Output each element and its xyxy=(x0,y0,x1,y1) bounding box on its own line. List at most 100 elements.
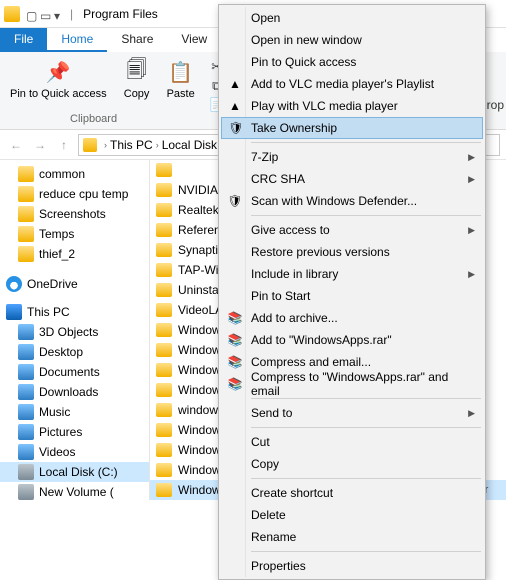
tree-folder[interactable]: Screenshots xyxy=(0,204,149,224)
tree-item[interactable]: Desktop xyxy=(0,342,149,362)
folder-icon xyxy=(156,243,172,257)
pin-icon: 📌 xyxy=(44,58,72,86)
disk-icon xyxy=(18,484,34,500)
folder-icon xyxy=(156,343,172,357)
ctx-create-shortcut[interactable]: Create shortcut xyxy=(221,482,483,504)
shield-icon: 🛡 xyxy=(228,120,244,136)
ctx-open-new-window[interactable]: Open in new window xyxy=(221,29,483,51)
tree-item[interactable]: Music xyxy=(0,402,149,422)
winrar-icon: 📚 xyxy=(227,332,243,348)
copy-icon: 🗐 xyxy=(123,58,151,86)
folder-icon xyxy=(156,263,172,277)
chevron-right-icon: ▶ xyxy=(468,408,475,419)
folder-icon xyxy=(156,463,172,477)
ctx-cut[interactable]: Cut xyxy=(221,431,483,453)
paste-button[interactable]: 📋 Paste xyxy=(163,56,199,102)
chevron-right-icon: ▶ xyxy=(468,174,475,185)
ctx-take-ownership[interactable]: 🛡Take Ownership xyxy=(221,117,483,139)
folder-icon xyxy=(156,223,172,237)
tree-folder[interactable]: reduce cpu temp xyxy=(0,184,149,204)
ctx-give-access[interactable]: Give access to▶ xyxy=(221,219,483,241)
folder-icon xyxy=(156,383,172,397)
ctx-defender-scan[interactable]: 🛡Scan with Windows Defender... xyxy=(221,190,483,212)
folder-icon xyxy=(156,283,172,297)
tree-item[interactable]: Downloads xyxy=(0,382,149,402)
tree-item[interactable]: Documents xyxy=(0,362,149,382)
winrar-icon: 📚 xyxy=(227,354,243,370)
tree-folder[interactable]: common xyxy=(0,164,149,184)
winrar-icon: 📚 xyxy=(227,310,243,326)
folder-icon xyxy=(18,206,34,222)
vlc-icon: ▲ xyxy=(227,76,243,92)
folder-icon xyxy=(156,203,172,217)
pc-icon xyxy=(6,304,22,320)
ctx-vlc-add[interactable]: ▲Add to VLC media player's Playlist xyxy=(221,73,483,95)
system-folder-icon xyxy=(18,444,34,460)
ctx-open[interactable]: Open xyxy=(221,7,483,29)
folder-icon xyxy=(156,303,172,317)
tab-file[interactable]: File xyxy=(0,28,47,52)
winrar-icon: 📚 xyxy=(227,376,243,392)
ctx-vlc-play[interactable]: ▲Play with VLC media player xyxy=(221,95,483,117)
folder-icon xyxy=(156,443,172,457)
folder-icon xyxy=(156,363,172,377)
ctx-add-archive[interactable]: 📚Add to archive... xyxy=(221,307,483,329)
chevron-right-icon: ▶ xyxy=(468,269,475,280)
chevron-right-icon: ▶ xyxy=(468,152,475,163)
folder-icon xyxy=(18,246,34,262)
ctx-delete[interactable]: Delete xyxy=(221,504,483,526)
tree-folder[interactable]: Temps xyxy=(0,224,149,244)
pin-quick-access-button[interactable]: 📌 Pin to Quick access xyxy=(6,56,111,102)
tab-home[interactable]: Home xyxy=(47,28,107,52)
ctx-pin-quick-access[interactable]: Pin to Quick access xyxy=(221,51,483,73)
qat-dropdown-icon[interactable]: ▾ xyxy=(54,9,64,19)
ctx-restore-previous[interactable]: Restore previous versions xyxy=(221,241,483,263)
system-folder-icon xyxy=(18,404,34,420)
tree-item[interactable]: Videos xyxy=(0,442,149,462)
paste-icon: 📋 xyxy=(167,58,195,86)
folder-icon xyxy=(18,166,34,182)
ctx-add-rar[interactable]: 📚Add to "WindowsApps.rar" xyxy=(221,329,483,351)
ctx-crc-sha[interactable]: CRC SHA▶ xyxy=(221,168,483,190)
vlc-icon: ▲ xyxy=(227,98,243,114)
ctx-send-to[interactable]: Send to▶ xyxy=(221,402,483,424)
breadcrumb-thispc[interactable]: This PC xyxy=(110,138,153,152)
tree-local-disk[interactable]: Local Disk (C:) xyxy=(0,462,149,482)
window-title: Program Files xyxy=(83,7,158,21)
disk-icon xyxy=(18,464,34,480)
tree-item[interactable]: 3D Objects xyxy=(0,322,149,342)
tree-onedrive[interactable]: OneDrive xyxy=(0,274,149,294)
system-folder-icon xyxy=(18,344,34,360)
tab-view[interactable]: View xyxy=(167,28,221,52)
nav-tree: commonreduce cpu tempScreenshotsTempsthi… xyxy=(0,160,150,500)
copy-button[interactable]: 🗐 Copy xyxy=(119,56,155,102)
folder-icon xyxy=(18,226,34,242)
ribbon-group-clipboard: Clipboard xyxy=(70,113,117,127)
qat-props-icon[interactable]: ▭ xyxy=(40,9,50,19)
tree-new-volume[interactable]: New Volume ( xyxy=(0,482,149,500)
nav-fwd-icon[interactable]: → xyxy=(30,138,50,152)
ctx-pin-start[interactable]: Pin to Start xyxy=(221,285,483,307)
folder-icon xyxy=(4,6,20,22)
nav-up-icon[interactable]: ↑ xyxy=(54,138,74,152)
ctx-copy[interactable]: Copy xyxy=(221,453,483,475)
ctx-compress-rar-email[interactable]: 📚Compress to "WindowsApps.rar" and email xyxy=(221,373,483,395)
breadcrumb-localdisk[interactable]: Local Disk xyxy=(162,138,217,152)
ctx-7zip[interactable]: 7-Zip▶ xyxy=(221,146,483,168)
folder-icon xyxy=(156,323,172,337)
system-folder-icon xyxy=(18,424,34,440)
tab-share[interactable]: Share xyxy=(107,28,167,52)
qat-save-icon[interactable]: ▢ xyxy=(26,9,36,19)
tree-thispc[interactable]: This PC xyxy=(0,302,149,322)
tree-item[interactable]: Pictures xyxy=(0,422,149,442)
folder-icon xyxy=(18,186,34,202)
folder-icon xyxy=(83,138,97,152)
system-folder-icon xyxy=(18,384,34,400)
system-folder-icon xyxy=(18,324,34,340)
nav-back-icon[interactable]: ← xyxy=(6,138,26,152)
ctx-include-library[interactable]: Include in library▶ xyxy=(221,263,483,285)
tree-folder[interactable]: thief_2 xyxy=(0,244,149,264)
ctx-rename[interactable]: Rename xyxy=(221,526,483,548)
folder-icon xyxy=(156,423,172,437)
ctx-properties[interactable]: Properties xyxy=(221,555,483,577)
